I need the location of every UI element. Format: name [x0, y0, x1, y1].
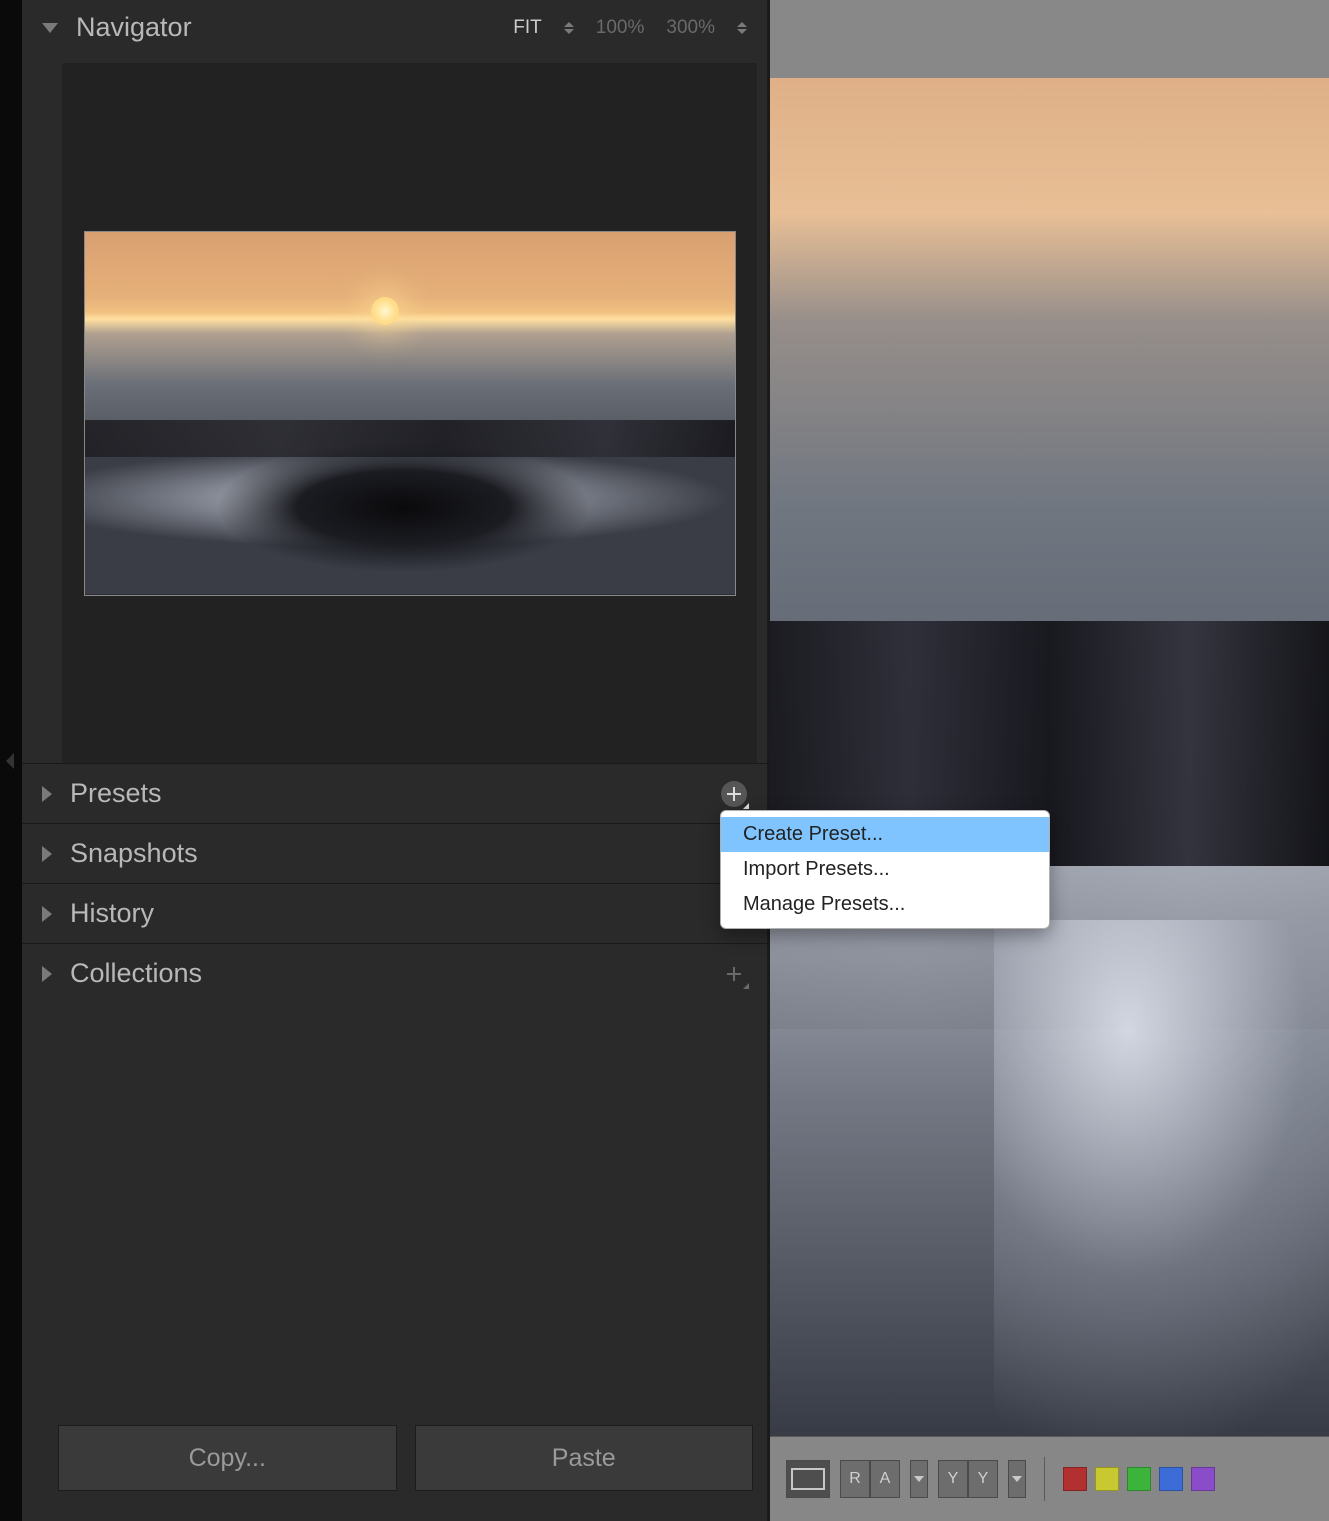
- menu-create-preset[interactable]: Create Preset...: [721, 817, 1049, 852]
- chevron-right-icon[interactable]: [42, 906, 52, 922]
- chevron-down-icon[interactable]: [42, 23, 58, 33]
- add-collection-button[interactable]: [721, 961, 747, 987]
- zoom-300-stepper[interactable]: [737, 22, 747, 34]
- before-after-a[interactable]: A: [870, 1460, 900, 1498]
- zoom-fit[interactable]: FIT: [513, 17, 542, 39]
- before-after-buttons: R A: [840, 1460, 900, 1498]
- compare-y2[interactable]: Y: [968, 1460, 998, 1498]
- menu-import-presets[interactable]: Import Presets...: [721, 852, 1049, 887]
- main-viewport: R A Y Y: [770, 0, 1329, 1521]
- presets-context-menu: Create Preset... Import Presets... Manag…: [720, 810, 1050, 929]
- left-panel-collapse-strip[interactable]: [0, 0, 22, 1521]
- chevron-right-icon[interactable]: [42, 786, 52, 802]
- left-sidebar: Navigator FIT 100% 300% Presets Snapshot…: [22, 0, 767, 1521]
- copy-button[interactable]: Copy...: [58, 1425, 397, 1491]
- image-preview[interactable]: [770, 78, 1329, 1436]
- chevron-right-icon[interactable]: [42, 966, 52, 982]
- compare-y1[interactable]: Y: [938, 1460, 968, 1498]
- menu-manage-presets[interactable]: Manage Presets...: [721, 887, 1049, 922]
- history-panel-header[interactable]: History: [22, 883, 767, 943]
- color-label-chips: [1063, 1467, 1215, 1491]
- zoom-level-group: FIT 100% 300%: [513, 17, 747, 39]
- before-after-r[interactable]: R: [840, 1460, 870, 1498]
- navigator-title: Navigator: [76, 12, 513, 43]
- loupe-icon: [791, 1468, 825, 1490]
- viewport-toolbar: R A Y Y: [770, 1436, 1329, 1521]
- color-label-0[interactable]: [1063, 1467, 1087, 1491]
- zoom-300[interactable]: 300%: [666, 17, 715, 39]
- chevron-right-icon[interactable]: [42, 846, 52, 862]
- color-label-1[interactable]: [1095, 1467, 1119, 1491]
- before-after-dropdown[interactable]: [910, 1460, 928, 1498]
- navigator-panel-header[interactable]: Navigator FIT 100% 300%: [22, 0, 767, 55]
- expand-left-panel-icon: [6, 753, 14, 769]
- sidebar-spacer: [22, 1003, 767, 1407]
- toolbar-separator: [1044, 1457, 1045, 1501]
- color-label-3[interactable]: [1159, 1467, 1183, 1491]
- presets-panel-header[interactable]: Presets: [22, 763, 767, 823]
- navigator-preview-area: [62, 63, 757, 763]
- presets-title: Presets: [70, 778, 721, 809]
- zoom-100[interactable]: 100%: [596, 17, 645, 39]
- zoom-fit-stepper[interactable]: [564, 22, 574, 34]
- navigator-thumbnail[interactable]: [84, 231, 736, 596]
- add-preset-button[interactable]: [721, 781, 747, 807]
- color-label-4[interactable]: [1191, 1467, 1215, 1491]
- snapshots-title: Snapshots: [70, 838, 747, 869]
- chevron-down-icon: [914, 1476, 924, 1482]
- compare-yy-buttons: Y Y: [938, 1460, 998, 1498]
- snapshots-panel-header[interactable]: Snapshots: [22, 823, 767, 883]
- copy-paste-row: Copy... Paste: [22, 1407, 767, 1521]
- chevron-down-icon: [1012, 1476, 1022, 1482]
- loupe-view-button[interactable]: [786, 1460, 830, 1498]
- collections-panel-header[interactable]: Collections: [22, 943, 767, 1003]
- history-title: History: [70, 898, 747, 929]
- color-label-2[interactable]: [1127, 1467, 1151, 1491]
- paste-button[interactable]: Paste: [415, 1425, 754, 1491]
- collections-title: Collections: [70, 958, 721, 989]
- compare-dropdown[interactable]: [1008, 1460, 1026, 1498]
